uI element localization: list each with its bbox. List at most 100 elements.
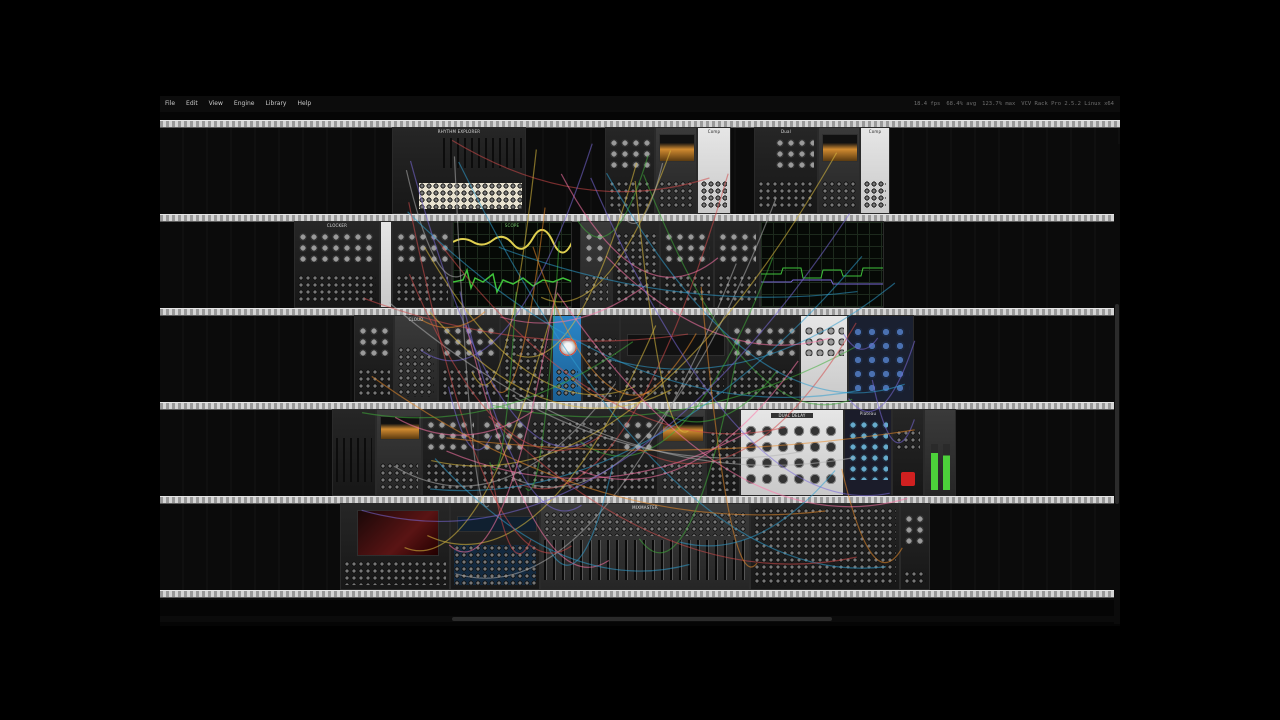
module-dual-delay[interactable]: DUAL DELAY (740, 409, 844, 496)
module-filter[interactable] (714, 221, 760, 308)
horizontal-scrollbar[interactable] (160, 616, 1120, 622)
jack-panel[interactable] (754, 508, 896, 586)
module-lfo[interactable] (478, 409, 528, 496)
module-quad-vca[interactable] (438, 315, 500, 402)
knob-group[interactable] (298, 232, 376, 262)
module-utility[interactable] (380, 221, 392, 308)
module-cloud[interactable]: CLOUD (394, 315, 438, 402)
menu-engine[interactable]: Engine (229, 96, 261, 112)
module-utility-2[interactable] (706, 409, 740, 496)
jack-panel[interactable] (896, 430, 920, 450)
jack-panel[interactable] (586, 337, 616, 397)
jack-panel[interactable] (396, 275, 448, 303)
module-clocker[interactable]: CLOCKER (294, 221, 380, 308)
vertical-scrollbar-thumb[interactable] (1115, 304, 1119, 504)
knob-group[interactable] (804, 326, 844, 356)
module-dual[interactable]: Dual (754, 127, 818, 214)
jack-panel[interactable] (904, 571, 926, 585)
module-vu-meter[interactable] (924, 409, 956, 496)
menu-library[interactable]: Library (261, 96, 293, 112)
knob-group[interactable] (482, 420, 524, 450)
menu-edit[interactable]: Edit (181, 96, 204, 112)
rack-area[interactable]: RHYTHM EXPLORER Comp Dual Comp CLOCKER S… (160, 120, 1120, 624)
fader-group[interactable] (544, 540, 746, 580)
module-eq[interactable] (332, 409, 376, 496)
module-spectrum-3[interactable] (376, 409, 422, 496)
jack-panel[interactable] (454, 545, 536, 585)
module-env[interactable] (354, 315, 394, 402)
module-rhythm-explorer[interactable]: RHYTHM EXPLORER (392, 127, 526, 214)
menu-view[interactable]: View (204, 96, 229, 112)
knob-group[interactable] (775, 138, 814, 168)
knob-group[interactable] (904, 514, 926, 544)
jack-panel[interactable] (380, 463, 418, 491)
jack-panel[interactable] (532, 421, 614, 491)
fader-group[interactable] (336, 438, 372, 482)
module-quantizer[interactable] (620, 315, 728, 402)
horizontal-scrollbar-thumb[interactable] (452, 617, 832, 621)
knob-group[interactable] (358, 326, 390, 356)
jack-panel[interactable] (426, 463, 474, 491)
knob-group[interactable] (848, 420, 888, 480)
module-eq-display[interactable] (340, 503, 450, 590)
module-spectrum[interactable] (655, 127, 697, 214)
module-mixmaster[interactable]: MIXMASTER (540, 503, 750, 590)
knob-group[interactable] (664, 232, 710, 262)
jack-panel[interactable] (701, 181, 727, 209)
knob-group[interactable] (622, 420, 654, 450)
module-mixer-2[interactable] (728, 315, 800, 402)
module-recorder[interactable] (892, 409, 924, 496)
module-sequential[interactable] (500, 315, 552, 402)
module-scope[interactable]: SCOPE (452, 221, 572, 308)
module-mixer-strip[interactable] (450, 503, 540, 590)
module-spectrum-2[interactable] (818, 127, 860, 214)
knob-group[interactable] (609, 138, 651, 168)
step-sliders[interactable] (443, 138, 522, 168)
module-chorus[interactable] (422, 409, 478, 496)
knob-group[interactable] (852, 326, 910, 396)
module-oscillator[interactable] (660, 221, 714, 308)
jack-panel[interactable] (718, 275, 756, 303)
big-knob[interactable] (559, 338, 577, 356)
jack-panel[interactable] (624, 369, 724, 397)
jack-panel[interactable] (616, 233, 656, 303)
menu-file[interactable]: File (160, 96, 181, 112)
module-lala[interactable] (618, 409, 658, 496)
jack-panel[interactable] (758, 181, 814, 209)
jack-panel[interactable] (662, 463, 702, 491)
jack-panel[interactable] (344, 561, 446, 585)
knob-group[interactable] (718, 232, 756, 262)
knob-group[interactable] (396, 232, 448, 262)
module-vco[interactable] (605, 127, 655, 214)
knob-group[interactable] (584, 232, 608, 262)
menu-help[interactable]: Help (292, 96, 317, 112)
knob-group[interactable] (744, 424, 840, 484)
jack-panel[interactable] (664, 275, 710, 303)
record-button[interactable] (901, 472, 915, 486)
jack-panel[interactable] (732, 369, 796, 397)
module-blue-attenuverter[interactable] (552, 315, 582, 402)
module-white-utility[interactable] (800, 315, 848, 402)
module-split-merge[interactable] (528, 409, 618, 496)
jack-panel[interactable] (298, 275, 376, 303)
knob-group[interactable] (426, 420, 474, 450)
jack-panel[interactable] (864, 181, 886, 209)
module-attenuator[interactable] (580, 221, 612, 308)
jack-panel[interactable] (442, 369, 496, 397)
jack-panel[interactable] (398, 347, 434, 397)
jack-panel[interactable] (504, 337, 548, 397)
jack-panel[interactable] (556, 369, 578, 397)
knob-group[interactable] (442, 326, 496, 356)
jack-panel[interactable] (609, 181, 651, 209)
module-comp-2[interactable]: Comp (860, 127, 890, 214)
module-plateau[interactable]: Plateau (844, 409, 892, 496)
module-vector-scope[interactable] (760, 221, 884, 308)
jack-panel[interactable] (659, 181, 693, 209)
jack-panel[interactable] (358, 369, 390, 397)
jack-panel[interactable] (710, 431, 736, 491)
module-comp-1[interactable]: Comp (697, 127, 731, 214)
module-jack-matrix[interactable] (750, 503, 900, 590)
jack-panel[interactable] (822, 181, 856, 209)
module-mixer[interactable] (612, 221, 660, 308)
jack-panel[interactable] (482, 463, 524, 491)
